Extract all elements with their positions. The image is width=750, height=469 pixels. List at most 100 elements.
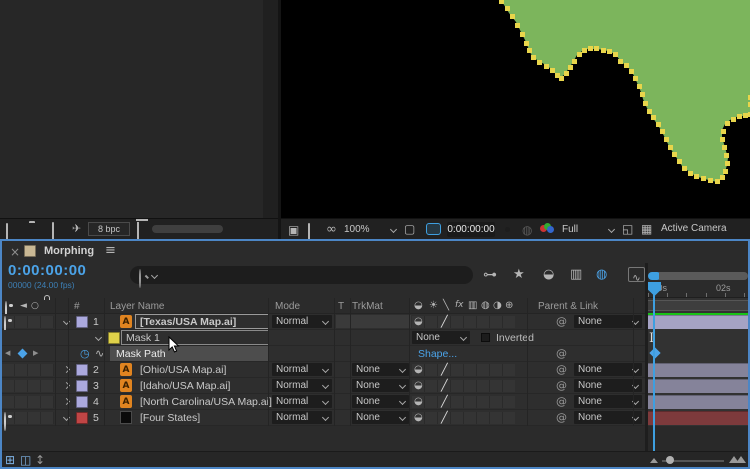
layer-name[interactable]: [Texas/USA Map.ai]	[140, 316, 236, 328]
av-switches[interactable]	[2, 380, 54, 392]
trkmat-column-header[interactable]: TrkMat	[352, 301, 383, 312]
mask-vertex[interactable]	[601, 48, 606, 53]
view-layout-icon[interactable]: ▣	[288, 224, 299, 236]
mask-vertex[interactable]	[656, 122, 661, 127]
delete-icon[interactable]	[137, 222, 139, 240]
av-switches[interactable]	[2, 316, 54, 328]
mask-vertex[interactable]	[725, 161, 730, 166]
label-swatch[interactable]	[76, 396, 88, 408]
mask-vertex[interactable]	[737, 114, 742, 119]
eye-icon[interactable]	[4, 412, 6, 431]
parent-dropdown[interactable]: None	[574, 411, 642, 424]
mask-vertex[interactable]	[720, 137, 725, 142]
mask-vertex[interactable]	[624, 63, 629, 68]
trkmat-dropdown[interactable]: None	[352, 379, 409, 392]
mask-vertex[interactable]	[572, 59, 577, 64]
pickwhip-icon[interactable]: @	[556, 412, 567, 423]
mask-vertex[interactable]	[629, 69, 634, 74]
mode-column-header[interactable]: Mode	[275, 301, 300, 312]
shy-toggle-icon[interactable]: ◒	[414, 381, 423, 391]
expand-chevron-icon[interactable]	[94, 333, 103, 342]
number-column-header[interactable]: #	[74, 301, 80, 312]
mask-path-row[interactable]: ◀ ▶ ◷ ∿ Mask Path Shape... @	[0, 346, 750, 362]
work-area-bar[interactable]	[648, 300, 748, 311]
layer-row-north-carolina[interactable]: 4 A [North Carolina/USA Map.ai] Normal N…	[0, 394, 750, 410]
mask-vertex[interactable]	[701, 176, 706, 181]
search-input[interactable]	[130, 266, 473, 288]
av-switches[interactable]	[2, 364, 54, 376]
mask-vertex[interactable]	[723, 169, 728, 174]
mask-vertex[interactable]	[607, 49, 612, 54]
motion-blur-icon[interactable]: ◍	[596, 268, 607, 281]
graph-editor-icon[interactable]: ∿	[628, 267, 645, 284]
trkmat-dropdown[interactable]: None	[352, 395, 409, 408]
mask-vertex[interactable]	[688, 171, 693, 176]
mask-vertex[interactable]	[647, 109, 652, 114]
label-swatch[interactable]	[76, 316, 88, 328]
mask-vertex[interactable]	[582, 48, 587, 53]
label-swatch[interactable]	[76, 364, 88, 376]
shy-toggle-icon[interactable]: ◒	[414, 413, 423, 423]
layer-bar-north-carolina[interactable]	[648, 395, 748, 409]
mask-vertex[interactable]	[588, 46, 593, 51]
layer-row-idaho[interactable]: 3 A [Idaho/USA Map.ai] Normal None ◒ ╱ @…	[0, 378, 750, 394]
quality-toggle-icon[interactable]: ╱	[441, 412, 448, 423]
mask-vertex[interactable]	[643, 101, 648, 106]
mask-name[interactable]: Mask 1	[126, 332, 160, 344]
parent-link-column-header[interactable]: Parent & Link	[538, 301, 598, 312]
av-switches[interactable]	[2, 396, 54, 408]
mask-vertex[interactable]	[722, 145, 727, 150]
current-time-display[interactable]: 0:00:00:00	[8, 262, 86, 279]
mask-vertex[interactable]	[505, 6, 510, 11]
toggle-inout-pane-icon[interactable]: ↕	[35, 454, 45, 466]
mask-vertex[interactable]	[633, 76, 638, 81]
layer-name[interactable]: [Idaho/USA Map.ai]	[140, 380, 230, 392]
search-options-chevron-icon[interactable]	[150, 271, 159, 280]
pickwhip-icon[interactable]: @	[556, 364, 567, 375]
label-swatch[interactable]	[76, 380, 88, 392]
mask-vertex[interactable]	[527, 48, 532, 53]
pickwhip-icon[interactable]: @	[556, 316, 567, 327]
mask-vertex[interactable]	[694, 174, 699, 179]
mask-vertex[interactable]	[708, 178, 713, 183]
mask-vertex[interactable]	[520, 32, 525, 37]
navigator-bar[interactable]	[659, 272, 748, 280]
quality-toggle-icon[interactable]: ╱	[441, 364, 448, 375]
mask-vertex[interactable]	[677, 159, 682, 164]
zoom-slider-knob[interactable]	[666, 456, 674, 464]
mask-vertex[interactable]	[731, 117, 736, 122]
draft-3d-icon[interactable]: ★	[513, 268, 525, 281]
layer-name[interactable]: [North Carolina/USA Map.ai]	[140, 396, 272, 408]
quality-toggle-icon[interactable]: ╱	[441, 316, 448, 327]
viewer-timecode[interactable]: 0:00:00:00	[447, 222, 495, 237]
layer-bar-four-states[interactable]	[648, 411, 748, 425]
region-of-interest-icon[interactable]: ◱	[622, 223, 633, 235]
mask-vertex[interactable]	[510, 14, 515, 19]
prev-keyframe-icon[interactable]: ◀	[5, 350, 10, 357]
frame-blending-icon[interactable]: ▥	[570, 268, 582, 281]
mask-vertex[interactable]	[724, 153, 729, 158]
shape-value-link[interactable]: Shape...	[418, 348, 457, 360]
next-keyframe-icon[interactable]: ▶	[33, 350, 38, 357]
keyframe-toggle-icon[interactable]	[17, 348, 28, 359]
mask-vertex[interactable]	[720, 175, 725, 180]
label-swatch[interactable]	[76, 412, 88, 424]
mode-dropdown[interactable]: Normal	[272, 395, 332, 408]
parent-dropdown[interactable]: None	[574, 363, 642, 376]
zoom-out-icon[interactable]	[650, 458, 658, 463]
parent-dropdown[interactable]: None	[574, 379, 642, 392]
trkmat-dropdown[interactable]: None	[352, 363, 409, 376]
composition-viewer[interactable]	[281, 0, 750, 218]
pickwhip-icon[interactable]: @	[556, 380, 567, 391]
toggle-transfer-pane-icon[interactable]: ◫	[20, 454, 31, 466]
mask-vertex[interactable]	[594, 46, 599, 51]
mask-visibility-toggle-icon[interactable]	[426, 223, 441, 235]
mask-vertex[interactable]	[559, 76, 564, 81]
layer-name[interactable]: [Ohio/USA Map.ai]	[140, 364, 226, 376]
layer-row-four-states[interactable]: 5 [Four States] Normal None ◒ ╱ @ None	[0, 410, 750, 431]
t-column-header[interactable]: T	[338, 301, 344, 312]
layer-switches[interactable]	[412, 316, 515, 328]
layer-switches[interactable]	[412, 412, 515, 424]
pickwhip-icon[interactable]: @	[556, 396, 567, 407]
mode-dropdown[interactable]: Normal	[272, 315, 332, 328]
